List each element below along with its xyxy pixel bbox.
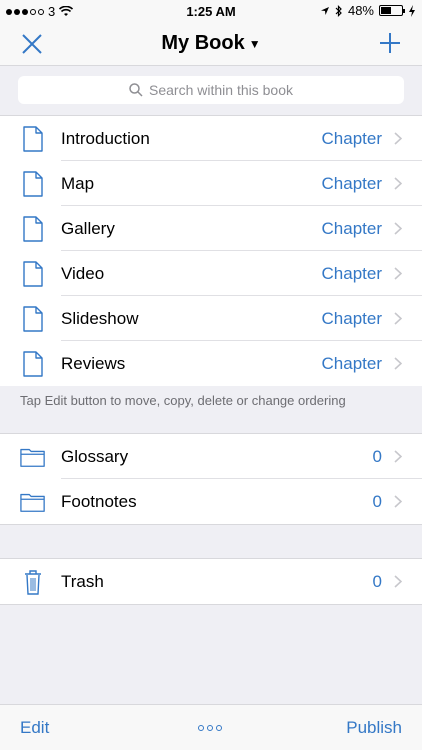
chapter-label: Introduction bbox=[61, 128, 150, 148]
trash-row[interactable]: Trash 0 bbox=[0, 559, 422, 604]
edit-button[interactable]: Edit bbox=[20, 718, 49, 738]
book-title-menu[interactable]: My Book ▼ bbox=[0, 32, 422, 55]
plus-icon[interactable] bbox=[378, 31, 402, 55]
chapter-list: Introduction Chapter Map Chapter Gallery Chap… bbox=[0, 116, 422, 386]
folder-row[interactable]: Glossary 0 bbox=[0, 434, 422, 479]
document-icon bbox=[23, 216, 43, 242]
chapter-label: Video bbox=[61, 263, 105, 283]
folder-list: Glossary 0 Footnotes 0 bbox=[0, 433, 422, 525]
chapter-row[interactable]: Introduction Chapter bbox=[0, 116, 422, 161]
document-icon bbox=[23, 351, 43, 377]
document-icon bbox=[23, 126, 43, 152]
chapter-label: Gallery bbox=[61, 218, 115, 238]
folder-label: Footnotes bbox=[61, 491, 137, 511]
status-right: 48% bbox=[320, 3, 416, 18]
folder-count: 0 bbox=[372, 491, 382, 511]
chapter-label: Reviews bbox=[61, 353, 126, 373]
bluetooth-icon bbox=[335, 4, 342, 17]
trash-count: 0 bbox=[372, 571, 382, 591]
publish-button[interactable]: Publish bbox=[346, 718, 402, 738]
search-area: Search within this book bbox=[0, 66, 422, 116]
page-title: My Book bbox=[161, 32, 245, 54]
search-placeholder: Search within this book bbox=[149, 82, 293, 98]
chapter-row[interactable]: Video Chapter bbox=[0, 251, 422, 296]
trash-icon bbox=[25, 570, 41, 595]
charging-bolt-icon bbox=[409, 4, 415, 17]
status-bar: 3 1:25 AM 48% bbox=[0, 0, 422, 22]
chapter-row[interactable]: Reviews Chapter bbox=[0, 341, 422, 386]
folder-icon bbox=[20, 448, 45, 467]
search-input[interactable]: Search within this book bbox=[18, 76, 404, 104]
chapter-label: Slideshow bbox=[61, 308, 139, 328]
folder-count: 0 bbox=[372, 446, 382, 466]
chevron-right-icon bbox=[394, 495, 402, 508]
folder-row[interactable]: Footnotes 0 bbox=[0, 479, 422, 524]
chevron-right-icon bbox=[394, 222, 402, 235]
folder-icon bbox=[20, 493, 45, 512]
folder-label: Glossary bbox=[61, 446, 129, 466]
battery-percent: 48% bbox=[347, 3, 374, 18]
chapter-row[interactable]: Slideshow Chapter bbox=[0, 296, 422, 341]
document-icon bbox=[23, 306, 43, 332]
chapter-type: Chapter bbox=[321, 353, 382, 373]
battery-icon bbox=[379, 5, 405, 16]
chapter-row[interactable]: Gallery Chapter bbox=[0, 206, 422, 251]
chapter-type: Chapter bbox=[321, 308, 382, 328]
chevron-right-icon bbox=[394, 177, 402, 190]
chevron-right-icon bbox=[394, 267, 402, 280]
chevron-right-icon bbox=[394, 132, 402, 145]
chevron-right-icon bbox=[394, 312, 402, 325]
document-icon bbox=[23, 261, 43, 287]
navigation-bar: My Book ▼ bbox=[0, 22, 422, 66]
more-options-icon[interactable] bbox=[198, 725, 222, 731]
caret-down-icon: ▼ bbox=[248, 36, 261, 51]
chapter-type: Chapter bbox=[321, 263, 382, 283]
bottom-toolbar: Edit Publish bbox=[0, 704, 422, 750]
chapter-type: Chapter bbox=[321, 173, 382, 193]
chapter-type: Chapter bbox=[321, 218, 382, 238]
chapter-row[interactable]: Map Chapter bbox=[0, 161, 422, 206]
document-icon bbox=[23, 171, 43, 197]
chevron-right-icon bbox=[394, 575, 402, 588]
location-arrow-icon bbox=[320, 6, 329, 15]
trash-group: Trash 0 bbox=[0, 558, 422, 605]
search-icon bbox=[129, 83, 143, 97]
edit-hint: Tap Edit button to move, copy, delete or… bbox=[20, 393, 346, 408]
chapter-label: Map bbox=[61, 173, 95, 193]
chevron-right-icon bbox=[394, 450, 402, 463]
chapter-type: Chapter bbox=[321, 128, 382, 148]
trash-label: Trash bbox=[61, 571, 104, 591]
chevron-right-icon bbox=[394, 357, 402, 370]
battery-level bbox=[381, 7, 391, 14]
